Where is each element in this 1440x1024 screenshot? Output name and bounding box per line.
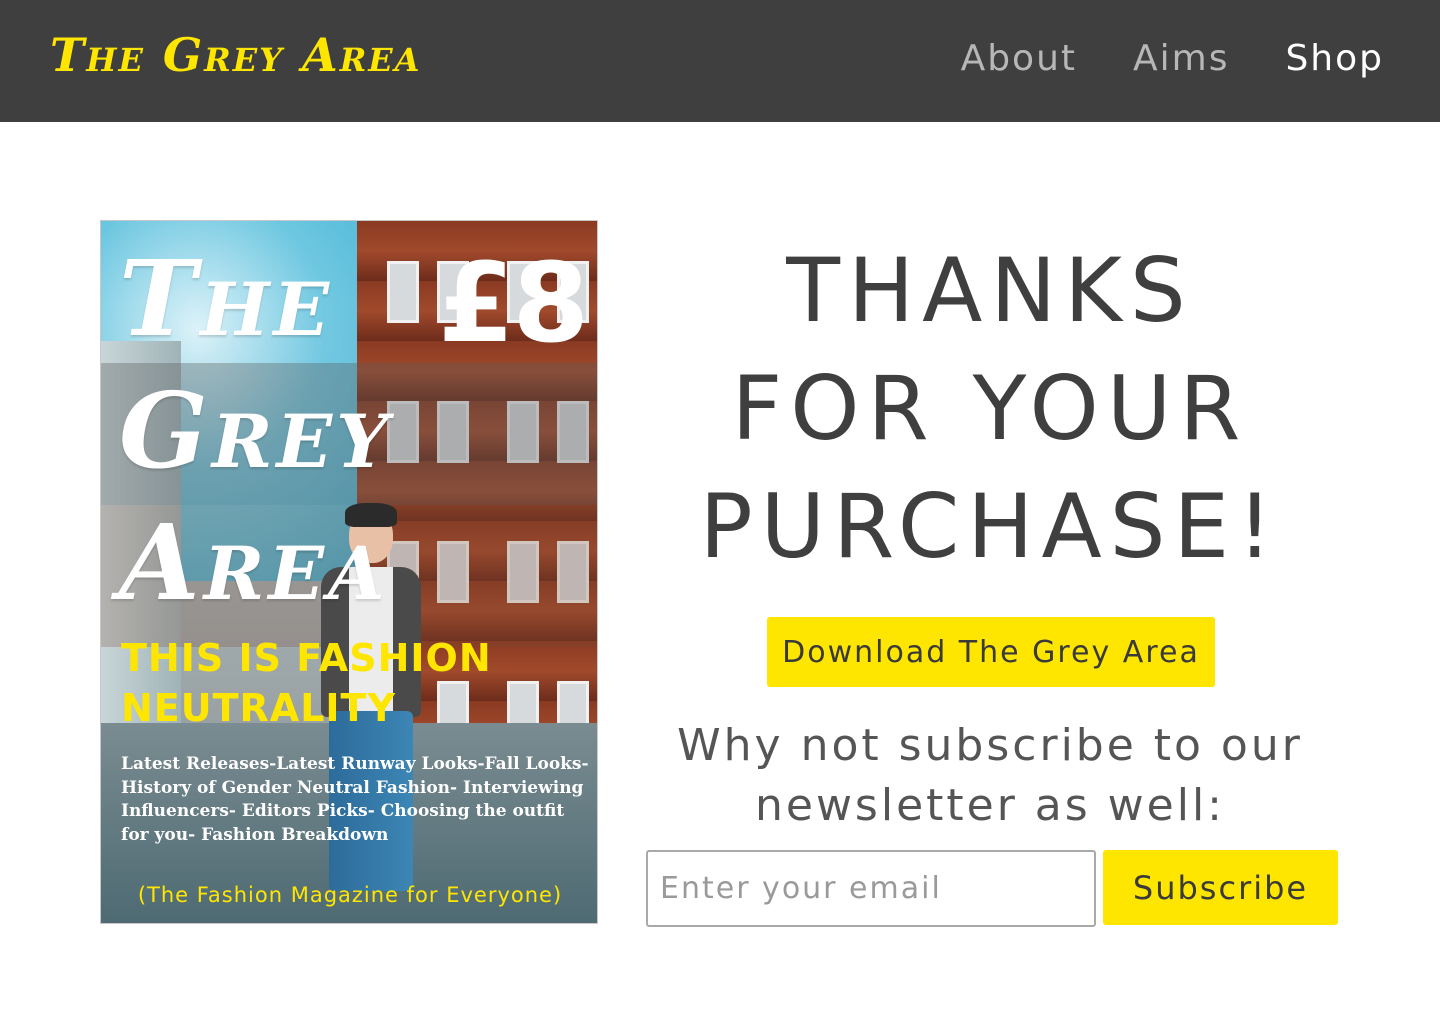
thanks-heading-line: FOR YOUR (731, 357, 1249, 460)
magazine-cover-image: The Grey Area £8 THIS IS FASHION NEUTRAL… (100, 220, 598, 924)
brand-logo-link[interactable]: The Grey Area (50, 28, 422, 82)
nav-links: About Aims Shop (961, 38, 1384, 79)
cover-title-line: Area (119, 501, 389, 624)
thanks-heading-line: THANKS (786, 239, 1194, 342)
nav-link-about[interactable]: About (961, 38, 1077, 79)
cover-contents-blurb: Latest Releases-Latest Runway Looks-Fall… (121, 754, 589, 845)
nav-link-shop[interactable]: Shop (1285, 38, 1384, 79)
cover-footer-text: (The Fashion Magazine for Everyone) (137, 883, 563, 907)
top-navbar: The Grey Area About Aims Shop (0, 0, 1440, 122)
cover-title-line: The (119, 237, 334, 360)
subscribe-button[interactable]: Subscribe (1103, 850, 1338, 925)
cover-title-line: Grey (119, 369, 393, 492)
cover-tagline: THIS IS FASHION NEUTRALITY (121, 636, 492, 730)
cover-title: The Grey Area (119, 233, 392, 629)
thanks-heading-line: PURCHASE! (699, 475, 1281, 578)
email-input[interactable] (646, 850, 1096, 927)
cover-price: £8 (437, 239, 589, 367)
nav-link-aims[interactable]: Aims (1133, 38, 1229, 79)
download-button[interactable]: Download The Grey Area (767, 617, 1215, 687)
newsletter-prompt: Why not subscribe to our newsletter as w… (677, 720, 1303, 831)
thanks-heading: THANKS FOR YOUR PURCHASE! (650, 232, 1330, 586)
